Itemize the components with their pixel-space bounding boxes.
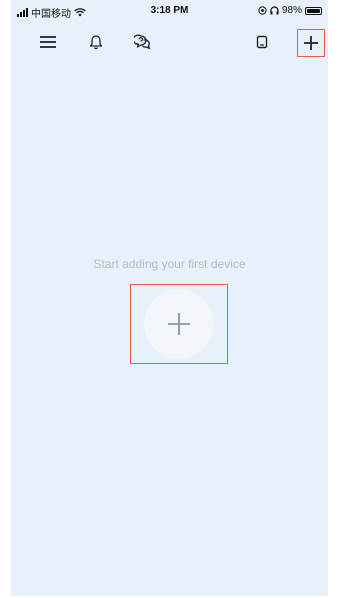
- plus-icon: [304, 36, 318, 50]
- device-button[interactable]: [248, 28, 276, 56]
- top-toolbar: [11, 26, 328, 60]
- add-first-device-button[interactable]: [144, 289, 214, 359]
- device-icon: [256, 35, 268, 49]
- menu-icon: [40, 36, 56, 48]
- status-bar: 中国移动 3:18 PM 98%: [11, 0, 328, 22]
- bell-icon: [89, 35, 103, 50]
- messages-button[interactable]: [129, 28, 157, 56]
- device-home-screen: 中国移动 3:18 PM 98% Start adding your first…: [11, 0, 328, 596]
- battery-level: [307, 8, 320, 13]
- empty-state-message: Start adding your first device: [93, 257, 246, 271]
- status-right: 98%: [258, 5, 322, 16]
- location-icon: [258, 6, 267, 15]
- battery-percent: 98%: [281, 5, 302, 16]
- menu-button[interactable]: [34, 28, 62, 56]
- battery-icon: [305, 6, 322, 15]
- chat-icon: [134, 34, 151, 50]
- notifications-button[interactable]: [82, 28, 110, 56]
- add-device-button[interactable]: [297, 29, 325, 57]
- plus-icon: [168, 313, 190, 335]
- headphone-icon: [270, 6, 279, 15]
